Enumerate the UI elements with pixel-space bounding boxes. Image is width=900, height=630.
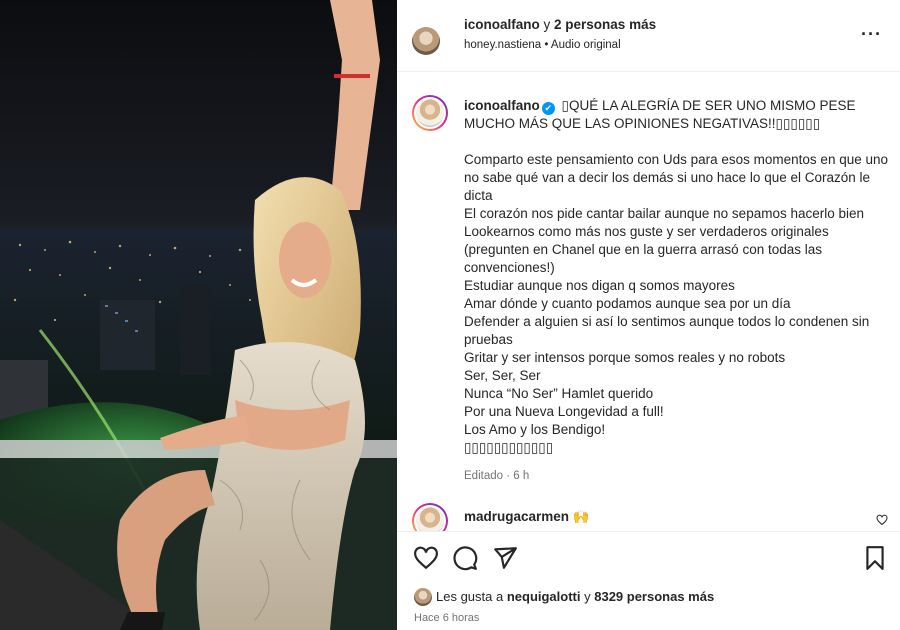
post-side-panel: iconoalfano y 2 personas más honey.nasti… bbox=[397, 0, 900, 630]
likes-summary: Les gusta a nequigalotti y 8329 personas… bbox=[414, 588, 714, 606]
post-actions-bar: Les gusta a nequigalotti y 8329 personas… bbox=[397, 531, 900, 630]
likes-connector: y bbox=[580, 589, 595, 604]
like-heart-icon[interactable] bbox=[413, 545, 439, 571]
comment-row: madrugacarmen 🙌 bbox=[464, 509, 590, 525]
author-username-link[interactable]: iconoalfano bbox=[464, 17, 540, 32]
post-media[interactable] bbox=[0, 0, 397, 630]
save-bookmark-icon[interactable] bbox=[862, 545, 888, 571]
comments-scroll-area[interactable]: iconoalfano ✔ ▯QUÉ LA ALEGRÍA DE SER UNO … bbox=[397, 73, 900, 531]
likes-prefix: Les gusta a bbox=[436, 589, 507, 604]
edited-timestamp: Editado · 6 h bbox=[464, 470, 530, 482]
post-header: iconoalfano y 2 personas más honey.nasti… bbox=[397, 0, 900, 72]
caption-username-link[interactable]: iconoalfano bbox=[464, 98, 540, 113]
caption-headline-row: iconoalfano ✔ ▯QUÉ LA ALEGRÍA DE SER UNO … bbox=[464, 97, 889, 133]
comment-emoji: 🙌 bbox=[572, 509, 590, 524]
likes-count-link[interactable]: 8329 personas más bbox=[594, 589, 714, 604]
post-timestamp[interactable]: Hace 6 horas bbox=[414, 612, 479, 624]
commenter-avatar[interactable] bbox=[412, 503, 448, 531]
liker-username-link[interactable]: nequigalotti bbox=[507, 589, 581, 604]
comment-bubble-icon[interactable] bbox=[452, 545, 478, 571]
liker-avatar[interactable] bbox=[414, 588, 432, 606]
avatar-image bbox=[414, 97, 446, 129]
header-usernames: iconoalfano y 2 personas más bbox=[464, 17, 656, 32]
post-photo bbox=[0, 0, 397, 630]
share-paper-plane-icon[interactable] bbox=[492, 545, 518, 571]
header-connector: y bbox=[539, 17, 555, 32]
commenter-username-link[interactable]: madrugacarmen bbox=[464, 509, 569, 524]
more-options-button[interactable]: ··· bbox=[861, 24, 882, 45]
avatar-image bbox=[414, 505, 446, 531]
author-avatar[interactable] bbox=[412, 27, 440, 55]
likes-text: Les gusta a nequigalotti y 8329 personas… bbox=[436, 589, 714, 604]
coauthors-link[interactable]: 2 personas más bbox=[554, 17, 656, 32]
caption-body: Comparto este pensamiento con Uds para e… bbox=[464, 152, 888, 455]
audio-attribution-link[interactable]: honey.nastiena • Audio original bbox=[464, 39, 621, 51]
post-caption: iconoalfano ✔ ▯QUÉ LA ALEGRÍA DE SER UNO … bbox=[464, 97, 889, 485]
verified-badge-icon: ✔ bbox=[541, 102, 555, 115]
caption-author-avatar[interactable] bbox=[412, 95, 448, 131]
comment-like-heart-icon[interactable] bbox=[876, 514, 888, 526]
